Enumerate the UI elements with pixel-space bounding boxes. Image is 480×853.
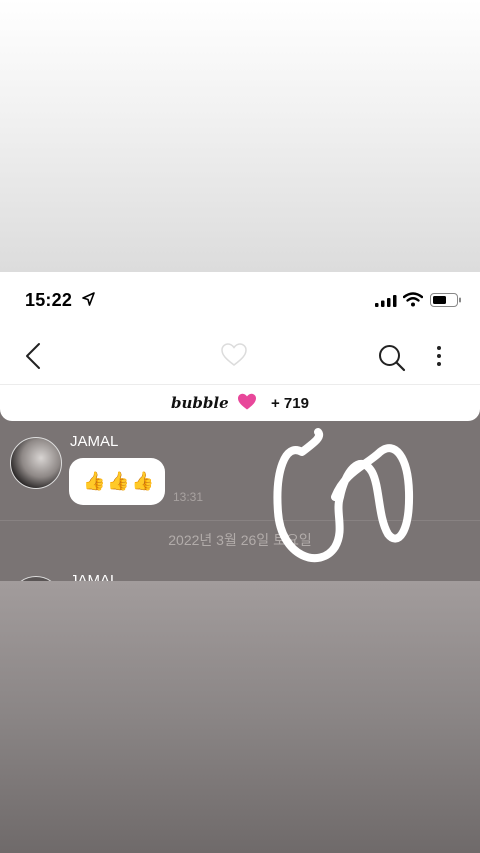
story-bottom-background [0, 581, 480, 853]
story-top-background [0, 0, 480, 272]
app-screenshot: 15:22 bubble + 719 JAMAL 👍👍👍 13:31 2022년… [0, 272, 480, 581]
handwritten-doodle [273, 428, 414, 563]
